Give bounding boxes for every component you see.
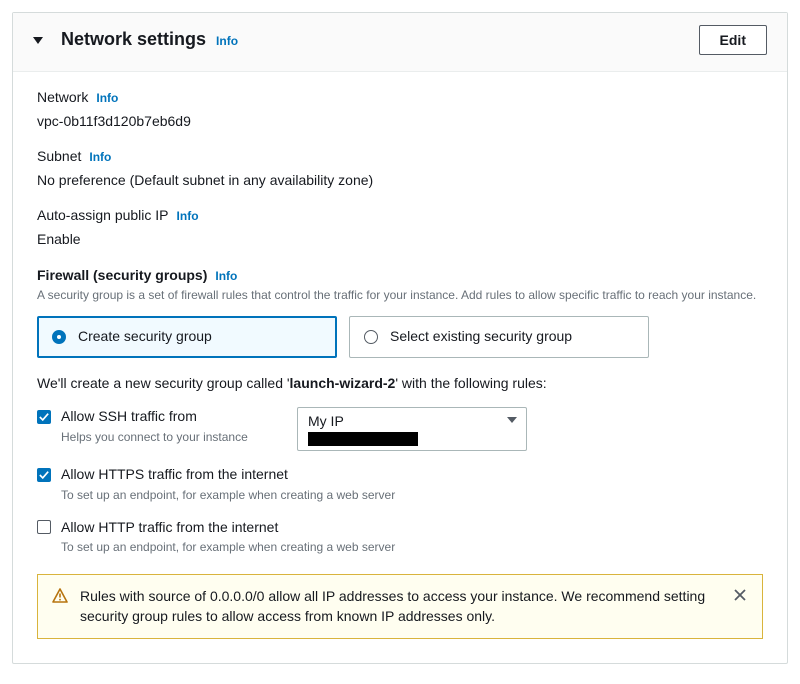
network-settings-panel: Network settings Info Edit Network Info …	[12, 12, 788, 664]
auto-ip-field: Auto-assign public IP Info Enable	[37, 206, 763, 249]
radio-select-sg-icon	[364, 330, 378, 344]
auto-ip-value: Enable	[37, 230, 763, 250]
firewall-desc: A security group is a set of firewall ru…	[37, 287, 763, 304]
checkbox-http[interactable]	[37, 520, 51, 534]
check-icon	[39, 470, 49, 480]
rule-https-desc: To set up an endpoint, for example when …	[61, 487, 395, 504]
chevron-down-icon	[507, 417, 517, 423]
checkbox-ssh[interactable]	[37, 410, 51, 424]
rule-ssh-label: Allow SSH traffic from	[61, 407, 197, 427]
warning-alert: Rules with source of 0.0.0.0/0 allow all…	[37, 574, 763, 639]
check-icon	[39, 412, 49, 422]
panel-title: Network settings	[61, 27, 206, 52]
tile-select-sg[interactable]: Select existing security group	[349, 316, 649, 358]
rule-http-label: Allow HTTP traffic from the internet	[61, 518, 278, 538]
info-link-header[interactable]: Info	[216, 33, 238, 50]
subnet-field: Subnet Info No preference (Default subne…	[37, 147, 763, 190]
info-link-firewall[interactable]: Info	[215, 268, 237, 285]
warning-text: Rules with source of 0.0.0.0/0 allow all…	[80, 587, 720, 626]
network-value: vpc-0b11f3d120b7eb6d9	[37, 112, 763, 132]
tile-create-sg-label: Create security group	[78, 327, 212, 347]
tile-select-sg-label: Select existing security group	[390, 327, 572, 347]
rule-http-desc: To set up an endpoint, for example when …	[61, 539, 395, 556]
rule-https-label: Allow HTTPS traffic from the internet	[61, 465, 288, 485]
tile-create-sg[interactable]: Create security group	[37, 316, 337, 358]
info-link-subnet[interactable]: Info	[89, 149, 111, 166]
sg-name: launch-wizard-2	[290, 375, 396, 391]
ssh-source-value: My IP	[308, 414, 494, 429]
auto-ip-label: Auto-assign public IP	[37, 206, 169, 226]
panel-header: Network settings Info Edit	[13, 13, 787, 72]
edit-button[interactable]: Edit	[699, 25, 767, 55]
close-icon[interactable]	[732, 587, 748, 603]
caret-down-icon[interactable]	[33, 37, 43, 44]
info-link-network[interactable]: Info	[96, 90, 118, 107]
rule-ssh-row: Allow SSH traffic from Helps you connect…	[37, 407, 763, 451]
info-link-auto-ip[interactable]: Info	[177, 208, 199, 225]
rule-https-row: Allow HTTPS traffic from the internet To…	[37, 465, 763, 503]
checkbox-https[interactable]	[37, 468, 51, 482]
network-label: Network	[37, 88, 88, 108]
firewall-field: Firewall (security groups) Info A securi…	[37, 266, 763, 640]
network-field: Network Info vpc-0b11f3d120b7eb6d9	[37, 88, 763, 131]
rule-ssh-desc: Helps you connect to your instance	[61, 429, 283, 446]
sg-intro: We'll create a new security group called…	[37, 374, 763, 394]
warning-icon	[52, 588, 68, 604]
rule-http-row: Allow HTTP traffic from the internet To …	[37, 518, 763, 556]
subnet-value: No preference (Default subnet in any ava…	[37, 171, 763, 191]
subnet-label: Subnet	[37, 147, 81, 167]
radio-create-sg-icon	[52, 330, 66, 344]
ssh-source-ip-redacted	[308, 432, 418, 446]
firewall-label: Firewall (security groups)	[37, 266, 207, 286]
ssh-source-select[interactable]: My IP	[297, 407, 527, 451]
